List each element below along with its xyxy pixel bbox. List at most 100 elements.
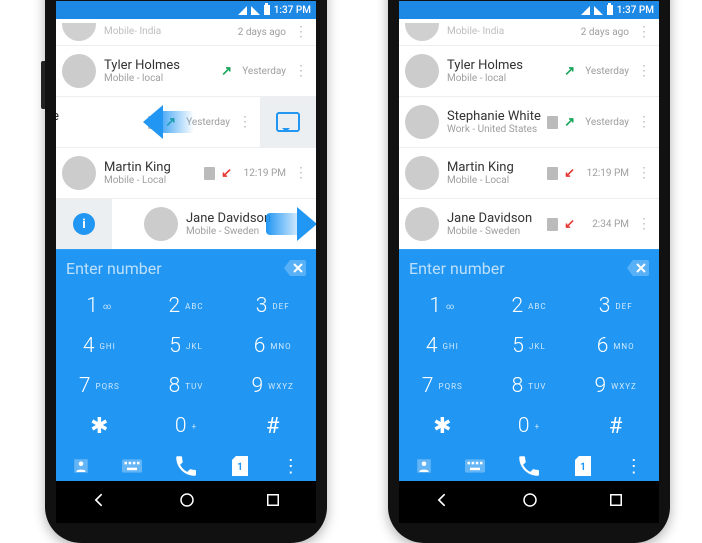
overflow-icon[interactable]: ⋮ [236,117,254,127]
key-hash[interactable]: # [572,406,659,446]
call-button[interactable] [515,452,543,480]
keyboard-button[interactable] [465,456,485,476]
call-time: 12:19 PM [581,168,629,179]
call-log-list[interactable]: Mobile- India 2 days ago ⋮ Tyler Holmes … [399,19,659,249]
key-1[interactable]: 1∞ [56,286,143,326]
call-time: 2 days ago [581,27,629,38]
key-9[interactable]: 9WXYZ [229,366,316,406]
key-4[interactable]: 4GHI [56,326,143,366]
key-2[interactable]: 2ABC [143,286,230,326]
key-5[interactable]: 5JKL [486,326,573,366]
call-row-swiped-left[interactable]: phanie White < - United States ↗ Yesterd… [56,97,316,148]
key-0[interactable]: 0+ [486,406,573,446]
sim-select-button[interactable]: 1 [573,456,593,476]
call-row[interactable]: Martin King Mobile - Local ↙ 12:19 PM ⋮ [56,148,316,199]
key-9[interactable]: 9WXYZ [572,366,659,406]
signal-icon [581,6,590,15]
phone-right: 1:37 PM Mobile- India 2 days ago ⋮ Tyler… [388,0,670,543]
avatar [405,54,439,88]
status-time: 1:37 PM [617,5,654,16]
avatar [405,105,439,139]
call-row[interactable]: Martin King Mobile - Local ↙ 12:19 PM ⋮ [399,148,659,199]
contacts-button[interactable] [414,456,434,476]
call-row[interactable]: Tyler Holmes Mobile - local ↗ Yesterday … [399,46,659,97]
dial-pad: 1∞ 2ABC 3DEF 4GHI 5JKL 6MNO 7PQRS 8TUV 9… [399,286,659,446]
svg-text:1: 1 [237,462,243,473]
device-side-button [41,61,45,109]
message-icon [276,112,300,132]
nav-home-button[interactable] [521,491,539,513]
call-row[interactable]: Jane Davidson Mobile - Sweden ↙ 2:34 PM … [399,199,659,249]
key-6[interactable]: 6MNO [572,326,659,366]
key-7[interactable]: 7PQRS [399,366,486,406]
call-row-partial[interactable]: Mobile- India 2 days ago ⋮ [56,19,316,46]
overflow-icon[interactable]: ⋮ [292,168,310,178]
call-log-list[interactable]: Mobile- India 2 days ago ⋮ Tyler Holmes … [56,19,316,249]
nav-back-button[interactable] [433,490,453,514]
more-button[interactable]: ⋮ [281,456,301,476]
call-subtitle: Mobile - local [104,73,221,85]
nav-recent-button[interactable] [264,491,282,513]
call-button[interactable] [172,452,200,480]
overflow-icon[interactable]: ⋮ [635,219,653,229]
call-time: 2 days ago [238,27,286,38]
sim-icon [547,116,558,129]
call-name: phanie White [56,109,148,124]
avatar [405,23,439,41]
overflow-icon[interactable]: ⋮ [292,66,310,76]
call-name: Tyler Holmes [447,58,564,73]
call-row-swiped-right[interactable]: i Jane Davidson Mobile - Sweden [56,199,316,249]
number-placeholder: Enter number [66,259,284,278]
phone-left: 1:37 PM Mobile- India 2 days ago ⋮ Tyler… [45,0,327,543]
keyboard-button[interactable] [122,456,142,476]
outgoing-icon: ↗ [221,64,232,79]
call-row-partial[interactable]: Mobile- India 2 days ago ⋮ [399,19,659,46]
number-entry[interactable]: Enter number [399,249,659,286]
overflow-icon[interactable]: ⋮ [635,117,653,127]
sim-icon [204,167,215,180]
key-1[interactable]: 1∞ [399,286,486,326]
key-8[interactable]: 8TUV [486,366,573,406]
backspace-button[interactable] [284,260,306,276]
avatar [62,156,96,190]
more-button[interactable]: ⋮ [624,456,644,476]
key-7[interactable]: 7PQRS [56,366,143,406]
status-bar: 1:37 PM [399,1,659,19]
call-name: Martin King [104,160,204,175]
nav-back-button[interactable] [90,490,110,514]
key-2[interactable]: 2ABC [486,286,573,326]
dialer-toolbar: 1 ⋮ [56,446,316,481]
key-5[interactable]: 5JKL [143,326,230,366]
nav-home-button[interactable] [178,491,196,513]
call-subtitle: Mobile- India [104,26,238,38]
overflow-icon[interactable]: ⋮ [635,168,653,178]
overflow-icon[interactable]: ⋮ [292,27,310,37]
missed-icon: ↙ [564,217,575,232]
contacts-button[interactable] [71,456,91,476]
key-star[interactable]: ✱ [399,406,486,446]
overflow-icon[interactable]: ⋮ [635,66,653,76]
call-row[interactable]: Stephanie White Work - United States ↗ Y… [399,97,659,148]
call-subtitle: Work - United States [447,124,547,136]
outgoing-icon: ↗ [564,64,575,79]
key-3[interactable]: 3DEF [572,286,659,326]
call-name: Martin King [447,160,547,175]
battery-icon [607,5,613,15]
swipe-action-info[interactable]: i [56,199,112,249]
key-star[interactable]: ✱ [56,406,143,446]
call-row[interactable]: Tyler Holmes Mobile - local ↗ Yesterday … [56,46,316,97]
key-hash[interactable]: # [229,406,316,446]
backspace-button[interactable] [627,260,649,276]
key-6[interactable]: 6MNO [229,326,316,366]
key-0[interactable]: 0+ [143,406,230,446]
key-8[interactable]: 8TUV [143,366,230,406]
outgoing-icon: ↗ [165,115,176,130]
number-entry[interactable]: Enter number [56,249,316,286]
overflow-icon[interactable]: ⋮ [635,27,653,37]
key-4[interactable]: 4GHI [399,326,486,366]
call-subtitle: Mobile - local [447,73,564,85]
swipe-action-message[interactable] [260,97,316,147]
nav-recent-button[interactable] [607,491,625,513]
key-3[interactable]: 3DEF [229,286,316,326]
sim-select-button[interactable]: 1 [230,456,250,476]
